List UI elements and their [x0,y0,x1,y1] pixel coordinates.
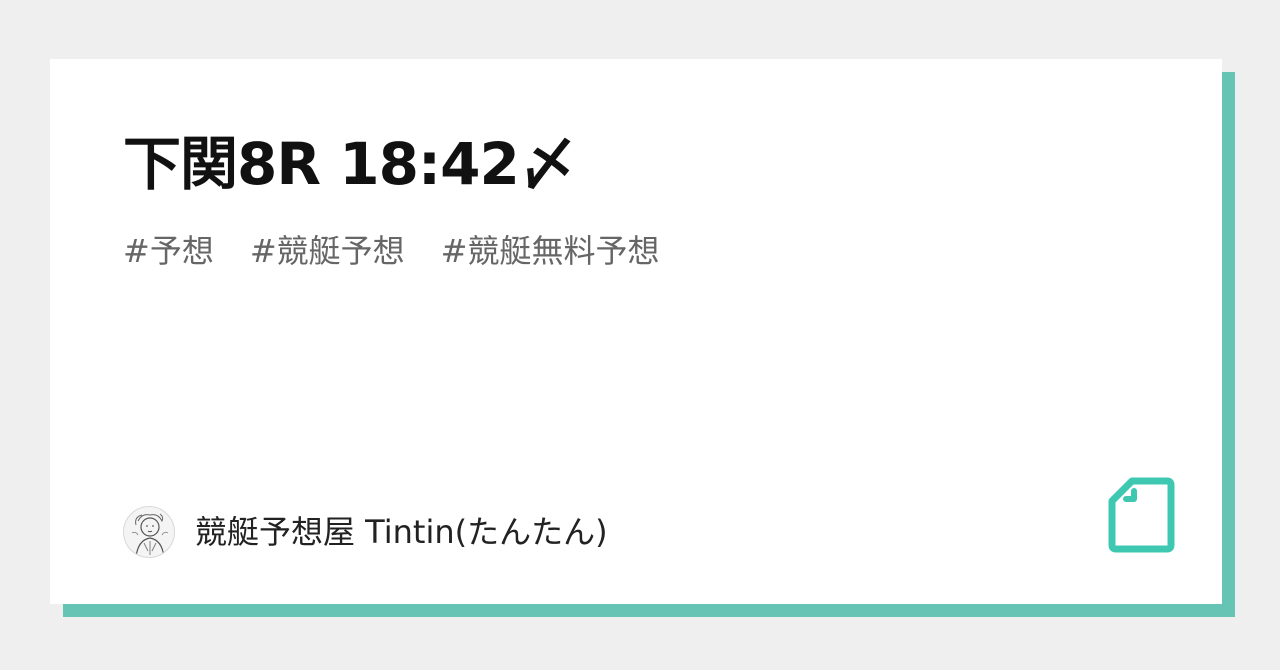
ogp-card: 下関8R 18:42〆 #予想 #競艇予想 #競艇無料予想 競艇予想屋 Tint… [50,59,1222,604]
tag-item[interactable]: #予想 [123,231,214,271]
note-document-icon[interactable] [1108,477,1175,553]
tag-item[interactable]: #競艇無料予想 [441,231,660,271]
avatar-illustration-icon [131,513,169,557]
article-title: 下関8R 18:42〆 [123,130,577,198]
author-name[interactable]: 競艇予想屋 Tintin(たんたん) [195,512,608,552]
author-info[interactable]: 競艇予想屋 Tintin(たんたん) [123,506,608,558]
tag-list: #予想 #競艇予想 #競艇無料予想 [123,231,659,271]
tag-item[interactable]: #競艇予想 [250,231,405,271]
avatar[interactable] [123,506,175,558]
